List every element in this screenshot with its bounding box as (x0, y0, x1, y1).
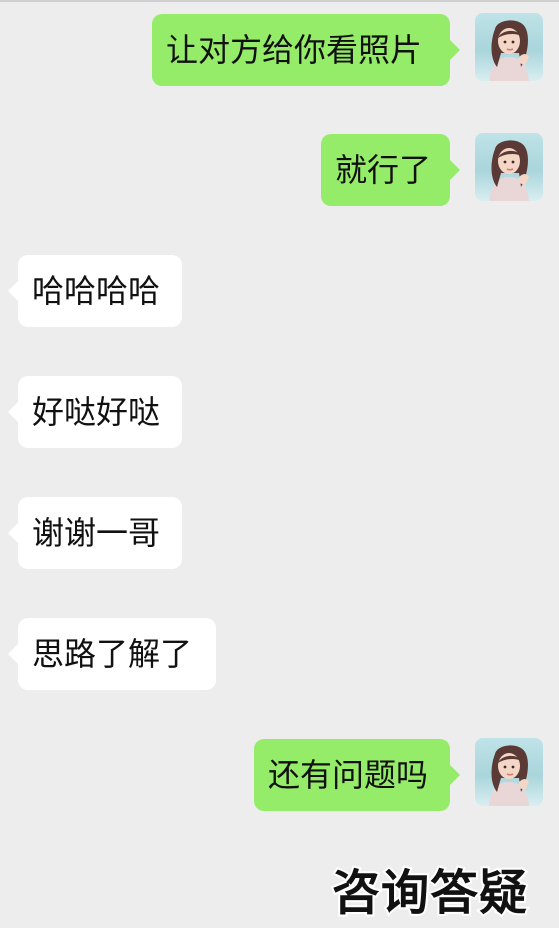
user-avatar[interactable] (475, 738, 543, 806)
user-avatar[interactable] (475, 133, 543, 201)
chat-area[interactable]: 让对方给你看照片 就行了 哈哈哈哈 好哒好哒 谢谢一哥 思路了解了 还有问题吗 (0, 0, 559, 928)
watermark-overlay: 咨询答疑 (330, 863, 529, 923)
message-bubble-outgoing[interactable]: 就行了 (321, 134, 460, 206)
message-text: 还有问题吗 (268, 756, 429, 794)
message-text: 哈哈哈哈 (32, 272, 161, 310)
message-bubble-outgoing[interactable]: 让对方给你看照片 (152, 14, 460, 86)
message-bubble-incoming[interactable]: 谢谢一哥 (8, 497, 182, 569)
message-text: 谢谢一哥 (32, 514, 161, 552)
avatar-illustration (489, 745, 529, 806)
avatar-illustration (489, 140, 529, 201)
message-text: 思路了解了 (32, 635, 193, 673)
message-bubble-outgoing[interactable]: 还有问题吗 (254, 739, 460, 811)
message-text: 好哒好哒 (32, 393, 161, 431)
message-text: 就行了 (335, 151, 432, 189)
message-bubble-incoming[interactable]: 思路了解了 (8, 618, 216, 690)
message-bubble-incoming[interactable]: 好哒好哒 (8, 376, 182, 448)
message-bubble-incoming[interactable]: 哈哈哈哈 (8, 255, 182, 327)
user-avatar[interactable] (475, 13, 543, 81)
avatar-illustration (489, 20, 529, 81)
message-text: 让对方给你看照片 (166, 31, 423, 69)
